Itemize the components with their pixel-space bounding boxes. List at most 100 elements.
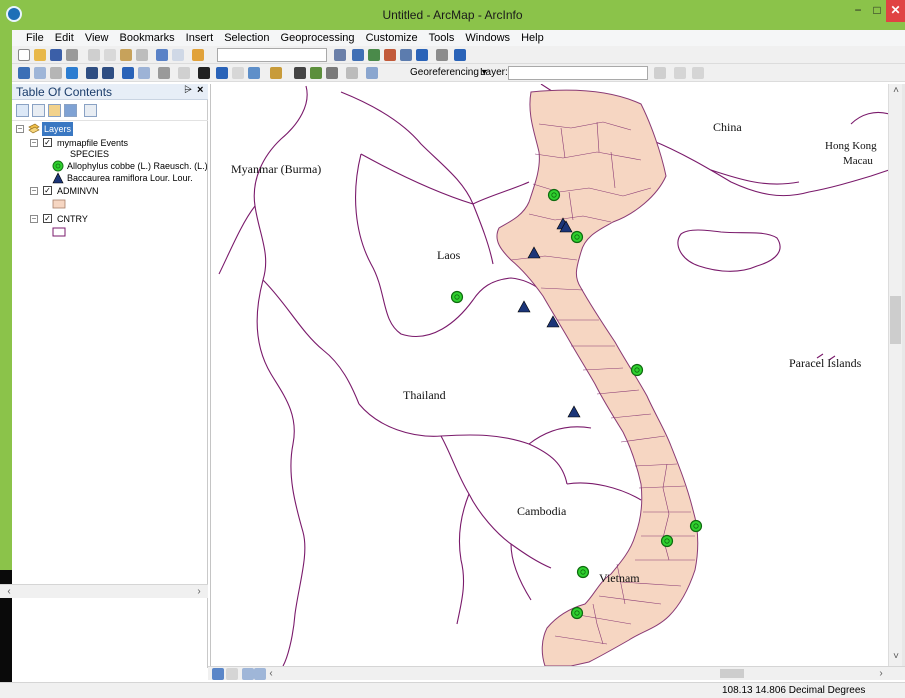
close-button[interactable]: ✕	[886, 0, 905, 22]
catalog-icon[interactable]	[368, 49, 380, 61]
menu-view[interactable]: View	[81, 30, 113, 46]
list-by-visibility-icon[interactable]	[48, 104, 61, 117]
layer-visibility-checkbox[interactable]: ✓	[43, 138, 52, 147]
horizontal-scroll-thumb[interactable]	[720, 669, 744, 678]
viewer-window-icon[interactable]	[366, 67, 378, 79]
collapse-icon[interactable]: −	[30, 187, 38, 195]
forward-icon[interactable]	[138, 67, 150, 79]
layer-label: Layer:	[480, 67, 508, 78]
zoom-out-icon[interactable]	[34, 67, 46, 79]
pan-icon[interactable]	[50, 67, 62, 79]
minimize-button[interactable]: −	[848, 0, 868, 22]
python-window-icon[interactable]	[416, 49, 428, 61]
list-by-drawing-order-icon[interactable]	[16, 104, 29, 117]
layout-view-icon[interactable]	[226, 668, 238, 680]
clear-selection-icon[interactable]	[178, 67, 190, 79]
toc-horizontal-scrollbar[interactable]: ‹ ›	[0, 584, 208, 598]
allophylus-point	[547, 188, 561, 202]
fixed-zoom-in-icon[interactable]	[86, 67, 98, 79]
hollow-fill-symbol-icon	[52, 227, 66, 237]
collapse-icon[interactable]: −	[30, 215, 38, 223]
options-icon[interactable]	[84, 104, 97, 117]
open-folder-icon[interactable]	[34, 49, 46, 61]
scroll-right-icon[interactable]: ›	[192, 585, 206, 599]
editor-icon[interactable]	[334, 49, 346, 61]
scroll-up-icon[interactable]: ˄	[889, 84, 903, 98]
time-slider-icon[interactable]	[346, 67, 358, 79]
layers-frame-label[interactable]: Layers	[42, 122, 74, 136]
window-title: Untitled - ArcMap - ArcInfo	[382, 8, 523, 22]
scroll-left-icon[interactable]: ‹	[2, 585, 16, 599]
arctoolbox-icon[interactable]	[400, 49, 412, 61]
label-hong-kong: Hong Kong	[825, 140, 877, 152]
layer-visibility-checkbox[interactable]: ✓	[43, 186, 52, 195]
menu-edit[interactable]: Edit	[51, 30, 78, 46]
html-popup-icon[interactable]	[248, 67, 260, 79]
layer-dropdown[interactable]	[508, 66, 648, 80]
map-horizontal-scrollbar[interactable]: ‹ ›	[208, 666, 905, 680]
go-to-xy-icon[interactable]	[326, 67, 338, 79]
undo-icon[interactable]	[156, 49, 168, 61]
map-scale-dropdown[interactable]	[217, 48, 327, 62]
menu-insert[interactable]: Insert	[182, 30, 218, 46]
add-control-points-icon[interactable]	[674, 67, 686, 79]
list-by-selection-icon[interactable]	[64, 104, 77, 117]
save-icon[interactable]	[50, 49, 62, 61]
new-icon[interactable]	[18, 49, 30, 61]
link-table-icon[interactable]	[692, 67, 704, 79]
select-elements-icon[interactable]	[198, 67, 210, 79]
menu-tools[interactable]: Tools	[425, 30, 459, 46]
print-icon[interactable]	[66, 49, 78, 61]
scroll-right-icon[interactable]: ›	[874, 667, 888, 681]
menu-geoprocessing[interactable]: Geoprocessing	[277, 30, 359, 46]
find-route-icon[interactable]	[310, 67, 322, 79]
layer-name[interactable]: CNTRY	[57, 212, 88, 226]
vietnam-adminvn	[496, 89, 699, 666]
delete-icon[interactable]	[136, 49, 148, 61]
list-by-source-icon[interactable]	[32, 104, 45, 117]
menu-bookmarks[interactable]: Bookmarks	[116, 30, 179, 46]
map-view[interactable]: China Hong Kong Macau Myanmar (Burma) La…	[210, 84, 888, 666]
model-builder-icon[interactable]	[436, 49, 448, 61]
toc-close-icon[interactable]: ×	[197, 84, 203, 96]
select-features-icon[interactable]	[158, 67, 170, 79]
search-window-icon[interactable]	[384, 49, 396, 61]
zoom-in-icon[interactable]	[18, 67, 30, 79]
scroll-down-icon[interactable]: ˅	[889, 650, 903, 664]
hyperlink-icon[interactable]	[232, 67, 244, 79]
pin-icon[interactable]: ⩥	[184, 85, 192, 96]
menu-windows[interactable]: Windows	[461, 30, 514, 46]
vertical-scroll-thumb[interactable]	[890, 296, 901, 344]
cut-icon[interactable]	[88, 49, 100, 61]
find-icon[interactable]	[294, 67, 306, 79]
help-icon[interactable]	[454, 49, 466, 61]
full-extent-icon[interactable]	[66, 67, 78, 79]
map-vertical-scrollbar[interactable]: ˄ ˅	[888, 84, 902, 666]
menu-customize[interactable]: Customize	[362, 30, 422, 46]
layer-visibility-checkbox[interactable]: ✓	[43, 214, 52, 223]
menu-help[interactable]: Help	[517, 30, 548, 46]
measure-icon[interactable]	[270, 67, 282, 79]
georeferencing-menu[interactable]: Georeferencing ▾	[410, 67, 487, 79]
layer-name[interactable]: ADMINVN	[57, 184, 99, 198]
rotate-icon[interactable]	[654, 67, 666, 79]
menu-selection[interactable]: Selection	[220, 30, 273, 46]
copy-icon[interactable]	[104, 49, 116, 61]
redo-icon[interactable]	[172, 49, 184, 61]
menu-file[interactable]: File	[22, 30, 48, 46]
table-of-contents-icon[interactable]	[352, 49, 364, 61]
map-canvas[interactable]: China Hong Kong Macau Myanmar (Burma) La…	[211, 84, 888, 666]
baccaurea-point	[517, 300, 531, 313]
maximize-button[interactable]: □	[868, 0, 886, 22]
back-icon[interactable]	[122, 67, 134, 79]
data-view-icon[interactable]	[212, 668, 224, 680]
add-data-icon[interactable]	[192, 49, 204, 61]
collapse-icon[interactable]: −	[30, 139, 38, 147]
paste-icon[interactable]	[120, 49, 132, 61]
identify-icon[interactable]	[216, 67, 228, 79]
scroll-left-icon[interactable]: ‹	[264, 667, 278, 681]
baccaurea-point	[567, 405, 581, 418]
collapse-icon[interactable]: −	[16, 125, 24, 133]
fixed-zoom-out-icon[interactable]	[102, 67, 114, 79]
refresh-icon[interactable]	[242, 668, 254, 680]
